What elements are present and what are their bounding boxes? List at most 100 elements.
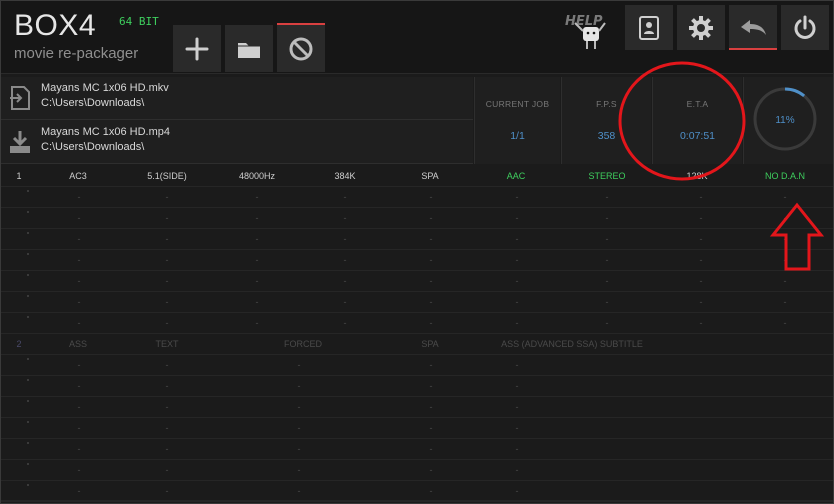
header: BOX4 64 BIT movie re-packager HELP [1, 1, 833, 74]
track-index: 1 [16, 171, 22, 181]
empty-track-row[interactable]: ----- [1, 397, 833, 418]
empty-track-row[interactable]: --------- [1, 208, 833, 229]
empty-cell: - [515, 381, 519, 391]
track-channels: 5.1(SIDE) [147, 171, 187, 181]
power-button[interactable] [781, 5, 829, 50]
empty-cell: - [165, 192, 169, 202]
empty-cell: - [429, 381, 433, 391]
undo-button[interactable] [729, 5, 777, 50]
empty-cell: - [429, 234, 433, 244]
empty-track-row[interactable]: --------- [1, 292, 833, 313]
empty-cell: - [255, 276, 259, 286]
empty-cell: - [429, 486, 433, 496]
empty-track-row[interactable]: ----- [1, 460, 833, 481]
empty-cell: - [343, 297, 347, 307]
empty-cell: - [515, 402, 519, 412]
empty-cell: - [165, 318, 169, 328]
empty-cell: - [699, 318, 703, 328]
progress-percent: 11% [775, 115, 794, 126]
bit-label: 64 BIT [119, 15, 159, 28]
empty-cell: - [429, 444, 433, 454]
empty-cell: - [699, 255, 703, 265]
empty-track-row[interactable]: ----- [1, 418, 833, 439]
empty-cell: - [343, 276, 347, 286]
subtitle-type: ASS [68, 339, 87, 349]
audio-track-row[interactable]: 1 AC3 5.1(SIDE) 48000Hz 384K SPA AAC STE… [1, 166, 833, 187]
empty-track-row[interactable]: ----- [1, 355, 833, 376]
empty-cell: - [605, 192, 609, 202]
empty-cell: - [605, 318, 609, 328]
empty-cell: - [255, 318, 259, 328]
empty-cell: - [515, 423, 519, 433]
settings-button[interactable] [677, 5, 725, 50]
plus-icon [185, 37, 209, 60]
eta-stat: E.T.A 0:07:51 [652, 77, 742, 164]
empty-cell: - [699, 276, 703, 286]
gear-icon [689, 15, 713, 40]
add-button[interactable] [173, 25, 221, 72]
output-bitrate: 128K [686, 171, 708, 181]
empty-cell: - [699, 213, 703, 223]
eta-value: 0:07:51 [679, 130, 716, 142]
open-folder-button[interactable] [225, 25, 273, 72]
row-marker [27, 232, 29, 234]
empty-cell: - [77, 381, 81, 391]
undo-arrow-icon [741, 19, 766, 35]
row-marker [27, 295, 29, 297]
empty-cell: - [429, 192, 433, 202]
output-codec: AAC [506, 171, 526, 181]
empty-cell: - [605, 213, 609, 223]
subtitle-description: ASS (ADVANCED SSA) SUBTITLE [501, 339, 643, 349]
empty-track-row[interactable]: --------- [1, 271, 833, 292]
cancel-button[interactable] [277, 23, 325, 72]
empty-track-row[interactable]: ----- [1, 439, 833, 460]
empty-cell: - [297, 360, 301, 370]
subtitle-kind: TEXT [155, 339, 179, 349]
app-subtitle: movie re-packager [14, 45, 139, 62]
fps-value: 358 [597, 130, 616, 142]
empty-cell: - [77, 213, 81, 223]
empty-track-row[interactable]: --------- [1, 250, 833, 271]
row-marker [27, 442, 29, 444]
empty-cell: - [165, 213, 169, 223]
empty-cell: - [515, 192, 519, 202]
empty-cell: - [343, 318, 347, 328]
empty-cell: - [515, 360, 519, 370]
help-button[interactable]: HELP [563, 9, 619, 49]
contacts-button[interactable] [625, 5, 673, 50]
empty-cell: - [297, 465, 301, 475]
empty-cell: - [77, 402, 81, 412]
output-file-row[interactable]: Mayans MC 1x06 HD.mp4 C:\Users\Downloads… [1, 121, 473, 164]
empty-cell: - [165, 423, 169, 433]
empty-cell: - [783, 318, 787, 328]
empty-cell: - [165, 444, 169, 454]
empty-cell: - [515, 234, 519, 244]
empty-cell: - [605, 297, 609, 307]
empty-cell: - [165, 234, 169, 244]
empty-cell: - [297, 402, 301, 412]
empty-cell: - [515, 465, 519, 475]
empty-cell: - [343, 255, 347, 265]
empty-cell: - [77, 444, 81, 454]
empty-track-row[interactable]: --------- [1, 313, 833, 334]
folder-icon [238, 42, 260, 58]
subtitle-language: SPA [421, 339, 439, 349]
empty-cell: - [165, 486, 169, 496]
subtitle-track-row[interactable]: 2 ASS TEXT FORCED SPA ASS (ADVANCED SSA)… [1, 334, 833, 355]
empty-track-row[interactable]: ----- [1, 481, 833, 502]
empty-cell: - [255, 213, 259, 223]
table-separator [1, 500, 833, 502]
power-icon [794, 15, 816, 39]
empty-track-row[interactable]: --------- [1, 187, 833, 208]
download-icon [10, 131, 30, 153]
empty-cell: - [343, 192, 347, 202]
empty-cell: - [429, 402, 433, 412]
empty-track-row[interactable]: ----- [1, 376, 833, 397]
row-marker [27, 379, 29, 381]
input-file-row[interactable]: Mayans MC 1x06 HD.mkv C:\Users\Downloads… [1, 77, 473, 120]
empty-track-row[interactable]: --------- [1, 229, 833, 250]
empty-cell: - [165, 297, 169, 307]
current-job-label: CURRENT JOB [485, 99, 550, 109]
row-marker [27, 358, 29, 360]
empty-cell: - [429, 297, 433, 307]
